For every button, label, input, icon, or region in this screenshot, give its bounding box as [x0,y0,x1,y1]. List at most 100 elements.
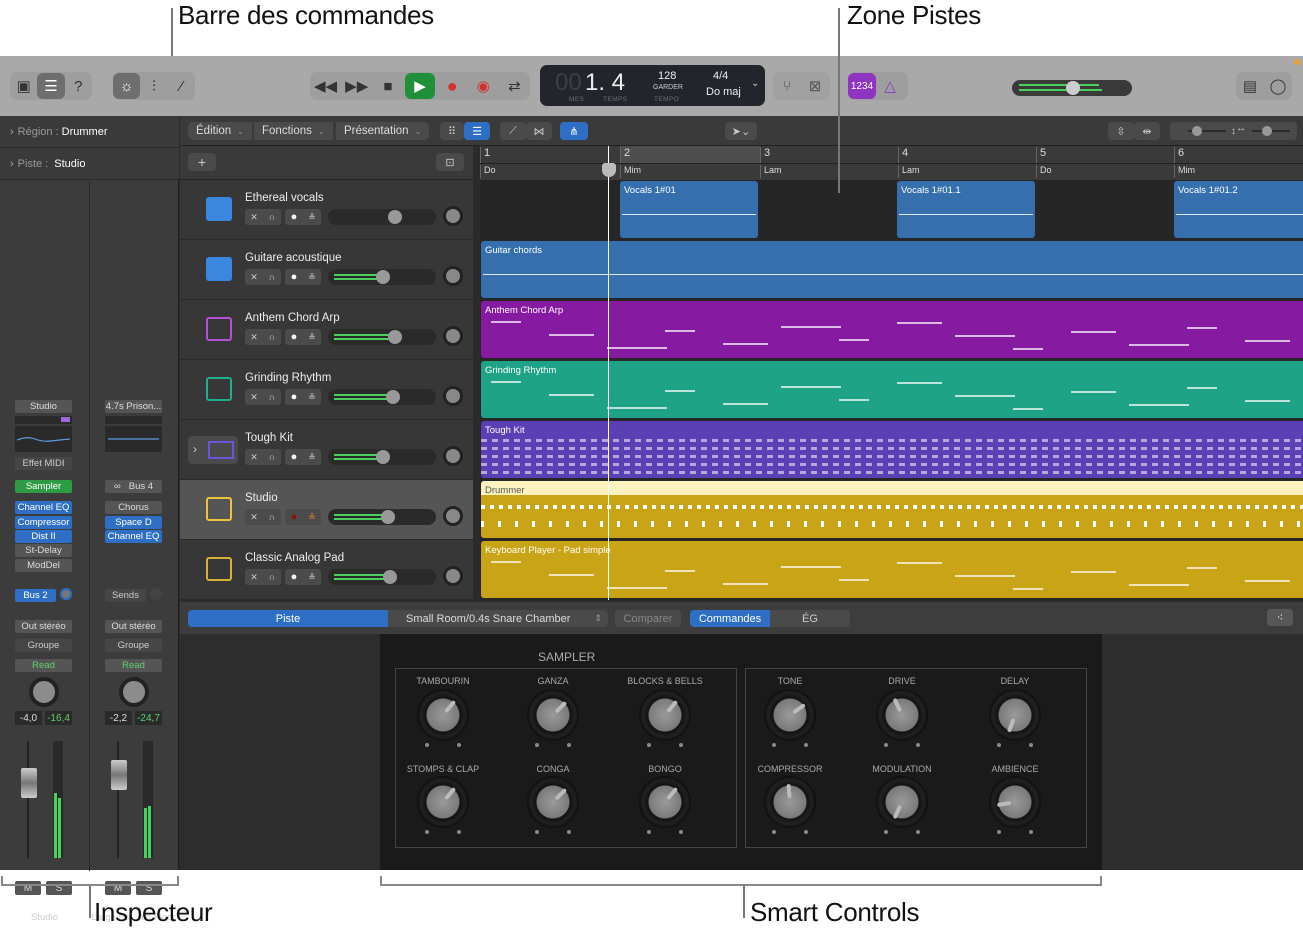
patch-selector[interactable]: Small Room/0.4s Snare Chamber ⇕ [388,610,608,627]
region[interactable]: Vocals 1#01 [620,181,758,238]
region[interactable]: Grinding Rhythm [481,361,1303,418]
track-name[interactable]: Ethereal vocals [245,192,324,204]
track-name[interactable]: Grinding Rhythm [245,372,331,384]
track-header[interactable]: › Tough Kit ✕ ∩ ● ≗ [180,420,473,480]
automation-icon[interactable]: ⟋ [500,122,526,140]
smart-control-knob[interactable] [876,776,928,828]
list-view-icon[interactable]: ☰ [464,122,490,140]
record-enable-icon[interactable]: ● [285,511,303,523]
send-level-knob[interactable] [150,588,162,600]
track-name[interactable]: Guitare acoustique [245,252,342,264]
menu-edit[interactable]: Édition ⌄ [188,122,252,140]
play-icon[interactable]: ▶ [404,73,435,99]
eq-thumbnail[interactable] [15,426,72,452]
vertical-zoom-thumb[interactable] [1192,126,1202,136]
headphones-icon[interactable]: ∩ [263,332,281,342]
stop-icon[interactable]: ■ [374,73,402,99]
send-slot[interactable]: Bus 2 [15,589,56,602]
mixer-icon[interactable]: ⫶ [140,73,167,99]
tab-track[interactable]: Piste [188,610,388,627]
assignments-icon[interactable]: ⁖ [1267,609,1293,626]
track-volume-slider[interactable] [328,509,436,525]
track-header[interactable]: Grinding Rhythm ✕ ∩ ● ≗ [180,360,473,420]
smart-control-knob[interactable] [417,776,469,828]
track-volume-thumb[interactable] [388,330,402,344]
tab-eq[interactable]: ÉG [770,610,850,627]
mute-icon[interactable]: ✕ [245,452,263,463]
instrument-slot[interactable]: Sampler [15,480,72,493]
horizontal-zoom-fit-icon[interactable]: ⇹ [1134,122,1160,140]
plugin-slot[interactable]: Space D [105,516,162,529]
record-enable-icon[interactable]: ● [285,571,303,583]
tuner-icon[interactable]: ⑂ [773,73,801,99]
plugin-slot[interactable]: Channel EQ [105,530,162,543]
stack-disclosure[interactable]: › [188,436,238,464]
volume-readout[interactable]: -4,0 [15,711,42,725]
strip-setting-button[interactable]: 4.7s Prison... [105,400,162,413]
metronome-icon[interactable]: △ [876,73,904,99]
master-volume-slider[interactable] [1012,80,1132,96]
plugin-slot[interactable]: Channel EQ [15,501,72,514]
fast-forward-icon[interactable]: ▶▶ [343,73,371,99]
loop-browser-icon[interactable]: ◯ [1264,73,1292,99]
headphones-icon[interactable]: ∩ [263,272,281,282]
editor-pencil-icon[interactable]: ⁄ [168,73,195,99]
track-volume-slider[interactable] [328,389,436,405]
mute-icon[interactable]: ✕ [245,332,263,343]
headphones-icon[interactable]: ∩ [263,392,281,402]
smart-control-knob[interactable] [764,776,816,828]
region[interactable]: Drummer [481,481,1303,538]
track-volume-slider[interactable] [328,269,436,285]
smart-control-knob[interactable] [417,689,469,741]
lcd-signature[interactable]: 4/4 [713,70,728,82]
playhead[interactable] [608,146,609,600]
smart-control-knob[interactable] [639,689,691,741]
region[interactable]: Tough Kit [481,421,1303,478]
strip-name[interactable]: Studio [0,912,89,923]
lcd-display[interactable]: 00 1. 4 MES TEMPS 128 GARDER TEMPO 4/4 D… [540,65,765,106]
track-pan-knob[interactable] [443,326,463,346]
send-level-knob[interactable] [60,588,72,600]
pointer-tool-icon[interactable]: ➤⌄ [725,122,757,140]
midi-fx-slot[interactable]: Effet MIDI [15,457,72,470]
mute-icon[interactable]: ✕ [245,572,263,583]
plugin-slot[interactable]: ModDel [15,559,72,572]
pan-knob[interactable] [29,677,59,707]
menu-view[interactable]: Présentation ⌄ [336,122,430,140]
group-slot[interactable]: Groupe [15,639,72,652]
track-pan-knob[interactable] [443,266,463,286]
smart-control-knob[interactable] [639,776,691,828]
compare-button[interactable]: Comparer [615,610,681,627]
track-volume-thumb[interactable] [386,390,400,404]
vertical-zoom-fit-icon[interactable]: ⇳ [1108,122,1134,140]
mute-icon[interactable]: ✕ [245,272,263,283]
tab-controls[interactable]: Commandes [690,610,770,627]
lcd-key[interactable]: Do maj [706,86,741,98]
volume-readout[interactable]: -2,2 [105,711,132,725]
track-volume-thumb[interactable] [388,210,402,224]
smart-controls-icon[interactable]: ☼ [113,73,141,99]
output-slot[interactable]: Out stéréo [15,620,72,633]
input-monitor-icon[interactable]: ≗ [303,332,321,343]
smart-control-knob[interactable] [527,776,579,828]
output-slot[interactable]: Out stéréo [105,620,162,633]
region[interactable]: Keyboard Player - Pad simple [481,541,1303,598]
group-slot[interactable]: Groupe [105,639,162,652]
send-slot[interactable]: Sends [105,589,146,602]
download-icon[interactable]: ⊡ [436,153,464,171]
mute-icon[interactable]: ✕ [245,392,263,403]
flex-icon[interactable]: ⋈ [526,122,552,140]
list-editors-icon[interactable]: ▤ [1236,73,1264,99]
snap-icon[interactable]: ⋔ [560,122,588,140]
smart-control-knob[interactable] [527,689,579,741]
track-name[interactable]: Classic Analog Pad [245,552,344,564]
add-track-button[interactable]: + [188,153,216,171]
input-slot[interactable]: ∞ Bus 4 [105,480,162,493]
horizontal-zoom-thumb[interactable] [1262,126,1272,136]
track-pan-knob[interactable] [443,566,463,586]
record-enable-icon[interactable]: ● [285,391,303,403]
input-monitor-icon[interactable]: ≗ [303,392,321,403]
menu-functions[interactable]: Fonctions ⌄ [254,122,333,140]
track-inspector-row[interactable]: › Piste : Studio [0,148,179,180]
cycle-region[interactable] [620,146,760,163]
